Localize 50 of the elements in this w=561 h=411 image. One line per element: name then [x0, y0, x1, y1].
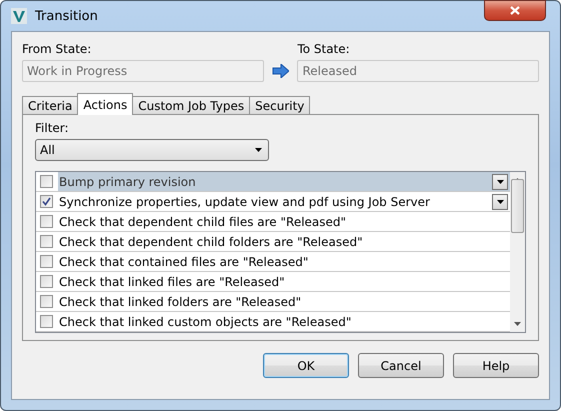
checkbox[interactable] — [40, 195, 53, 208]
close-icon — [510, 6, 520, 15]
filter-dropdown[interactable]: All — [35, 139, 269, 161]
dialog-button[interactable]: Help — [453, 353, 539, 378]
checkbox[interactable] — [40, 295, 53, 308]
from-state-field[interactable]: Work in Progress — [22, 60, 264, 82]
vertical-scrollbar[interactable] — [510, 172, 525, 332]
action-row[interactable]: Check that linked custom objects are "Released" — [36, 312, 510, 332]
action-label: Check that contained files are "Released" — [59, 254, 310, 268]
action-label: Check that linked custom objects are "Released" — [59, 314, 352, 328]
row-dropdown-button[interactable] — [492, 174, 508, 190]
app-logo-icon — [11, 8, 27, 24]
action-label: Check that linked files are "Released" — [59, 274, 286, 288]
action-row[interactable]: Check that contained files are "Released" — [36, 252, 510, 272]
checkbox[interactable] — [40, 275, 53, 288]
checkbox[interactable] — [40, 315, 53, 328]
dialog-button[interactable]: Cancel — [358, 353, 444, 378]
scroll-down-icon — [514, 322, 521, 326]
action-label: Check that linked folders are "Released" — [59, 294, 302, 308]
action-row[interactable]: Synchronize properties, update view and pdf using Job Server — [36, 192, 510, 212]
to-state-field[interactable]: Released — [297, 60, 539, 82]
action-row[interactable]: Check that dependent child folders are "Released" — [36, 232, 510, 252]
dialog-button[interactable]: OK — [263, 353, 349, 378]
to-state-label: To State: — [297, 42, 351, 56]
action-label: Check that dependent child files are "Released" — [59, 214, 348, 228]
action-label: Bump primary revision — [59, 174, 197, 188]
right-arrow-icon — [272, 64, 290, 78]
filter-label: Filter: — [35, 121, 70, 135]
action-label: Synchronize properties, update view and pdf using Job Server — [59, 194, 431, 208]
from-state-label: From State: — [22, 42, 92, 56]
checkbox[interactable] — [40, 255, 53, 268]
close-button[interactable] — [484, 0, 546, 21]
tab[interactable]: Criteria — [22, 96, 78, 115]
action-row[interactable]: Check that linked files are "Released" — [36, 272, 510, 292]
caret-icon — [496, 180, 504, 184]
caret-icon — [496, 200, 504, 204]
tab[interactable]: Actions — [77, 93, 134, 115]
action-label: Check that dependent child folders are "Released" — [59, 234, 364, 248]
tab[interactable]: Security — [249, 96, 310, 115]
row-dropdown-button[interactable] — [492, 194, 508, 210]
window-title: Transition — [35, 8, 98, 24]
tab[interactable]: Custom Job Types — [132, 96, 250, 115]
checkbox[interactable] — [40, 235, 53, 248]
action-row[interactable]: Bump primary revision — [36, 172, 510, 192]
checkbox[interactable] — [40, 215, 53, 228]
scrollbar-thumb[interactable] — [511, 179, 524, 233]
caret-icon — [255, 148, 262, 152]
action-row[interactable]: Check that dependent child files are "Released" — [36, 212, 510, 232]
action-row[interactable]: Check that linked folders are "Released" — [36, 292, 510, 312]
checkbox[interactable] — [40, 175, 53, 188]
